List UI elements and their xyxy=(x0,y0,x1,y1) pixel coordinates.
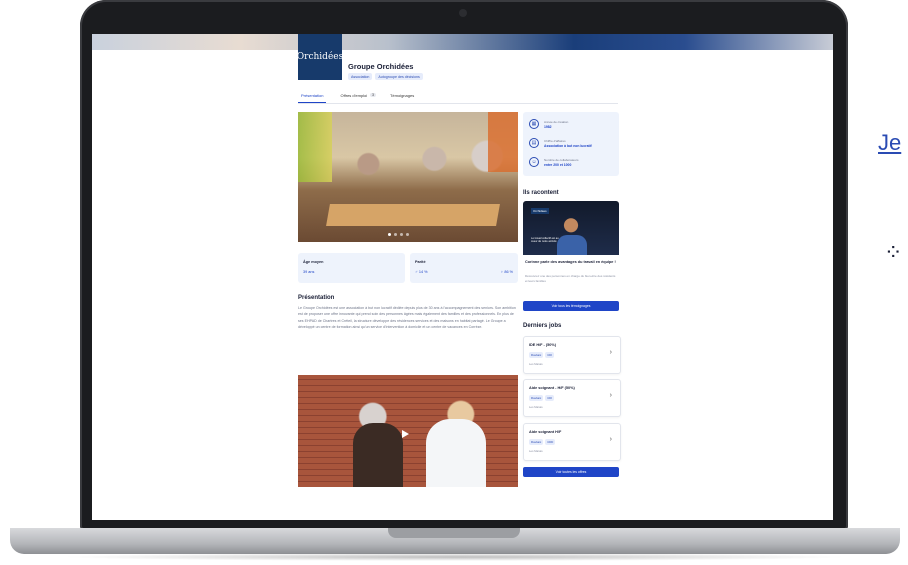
job-chips: Roubaix CDI xyxy=(529,352,555,358)
parity-card: Parité ♂ 14 % ♀ 86 % xyxy=(410,253,518,283)
job-title: IDE H/F - (50%) xyxy=(529,343,557,347)
carousel-dot[interactable] xyxy=(388,233,391,236)
job-site: Les Marais xyxy=(529,362,543,366)
carousel-dot[interactable] xyxy=(406,233,409,236)
tab-testimonials[interactable]: Témoignages xyxy=(390,91,414,103)
info-row: ☺ Nombre de collaborateurs entre 200 et 1… xyxy=(529,157,579,167)
job-contract-chip: CDI xyxy=(545,352,555,358)
photo-person xyxy=(353,423,403,487)
tab-count-badge: 3 xyxy=(370,93,376,97)
job-card[interactable]: Aide soignant - H/F (50%) Roubaix CDI Le… xyxy=(523,379,621,417)
cover-banner xyxy=(92,34,833,50)
job-contract-chip: CDI xyxy=(545,395,555,401)
all-testimonials-button[interactable]: Voir tous les témoignages xyxy=(523,301,619,311)
laptop-screen: Orchidées Groupe Orchidées Association A… xyxy=(92,34,833,520)
chip-type: Association xyxy=(348,73,373,80)
video-caption: Le travail collectif est au coeur de not… xyxy=(531,237,559,244)
company-chips: Association Autogroupe des décisions xyxy=(348,73,423,80)
jobs-heading: Derniers jobs xyxy=(523,323,562,329)
all-jobs-button[interactable]: Voir toutes les offres xyxy=(523,467,619,477)
info-value: 1982 xyxy=(544,124,552,129)
job-location-chip: Roubaix xyxy=(529,395,544,401)
tab-bar: Présentation Offres d'emploi 3 Témoignage… xyxy=(298,91,618,104)
job-card[interactable]: IDE H/F - (50%) Roubaix CDI Les Marais › xyxy=(523,336,621,374)
job-location-chip: Roubaix xyxy=(529,439,544,445)
photo-person xyxy=(426,419,486,487)
video-brand-tag: Orchidées xyxy=(531,208,549,214)
chevron-right-icon: › xyxy=(609,436,612,443)
presentation-heading: Présentation xyxy=(298,295,335,301)
parity-men: ♂ 14 % xyxy=(415,270,428,274)
job-chips: Roubaix CDD xyxy=(529,439,556,445)
average-age-card: Âge moyen 39 ans xyxy=(298,253,405,283)
presentation-video[interactable] xyxy=(298,375,518,487)
info-label: Chiffre d'affaires xyxy=(544,138,566,143)
info-value: Association à but non lucratif xyxy=(544,143,592,148)
photo-bg xyxy=(488,112,518,172)
carousel-dots xyxy=(388,233,409,236)
job-title: Aide soignant H/F xyxy=(529,430,562,434)
carousel-dot[interactable] xyxy=(394,233,397,236)
camera-icon xyxy=(459,9,467,17)
laptop-notch xyxy=(388,528,520,538)
job-card[interactable]: Aide soignant H/F Roubaix CDD Les Marais… xyxy=(523,423,621,461)
stat-label: Parité xyxy=(415,260,426,264)
calendar-icon: ▦ xyxy=(529,119,539,129)
play-icon[interactable] xyxy=(402,430,409,438)
tab-job-offers[interactable]: Offres d'emploi 3 xyxy=(340,91,376,103)
parity-women: ♀ 86 % xyxy=(500,270,513,274)
job-title: Aide soignant - H/F (50%) xyxy=(529,386,575,390)
video-person xyxy=(557,235,587,255)
info-value: entre 200 et 1000 xyxy=(544,162,572,167)
job-location-chip: Roubaix xyxy=(529,352,544,358)
company-logo: Orchidées xyxy=(297,34,343,80)
carousel-dot[interactable] xyxy=(400,233,403,236)
job-chips: Roubaix CDI xyxy=(529,395,555,401)
testimonial-video[interactable]: Orchidées Le travail collectif est au co… xyxy=(523,201,619,255)
job-site: Les Marais xyxy=(529,449,543,453)
info-label: Année de création xyxy=(544,119,569,124)
presentation-text: Le Groupe Orchidées est une association … xyxy=(298,306,516,329)
spinner-icon: ⁘ xyxy=(884,240,903,265)
company-info-box: ▦ Année de création 1982 ▤ Chiffre d'affa… xyxy=(523,112,619,176)
photo-bg xyxy=(298,112,332,182)
stat-value: 39 ans xyxy=(303,270,315,274)
stat-label: Âge moyen xyxy=(303,260,324,264)
page-link-fragment[interactable]: Je xyxy=(878,130,901,156)
company-name: Groupe Orchidées xyxy=(348,62,414,71)
testimonial-title: Corinne parle des avantages du travail e… xyxy=(525,260,616,264)
chevron-right-icon: › xyxy=(609,392,612,399)
info-label: Nombre de collaborateurs xyxy=(544,157,579,162)
team-photo-carousel[interactable] xyxy=(298,112,518,242)
info-row: ▤ Chiffre d'affaires Association à but no… xyxy=(529,138,592,148)
tab-presentation[interactable]: Présentation xyxy=(298,91,327,103)
testimonial-desc: Découvrez une des personnes en charge du… xyxy=(525,274,616,283)
laptop-shadow xyxy=(60,553,850,561)
stories-heading: Ils racontent xyxy=(523,190,559,196)
info-row: ▦ Année de création 1982 xyxy=(529,119,568,129)
job-site: Les Marais xyxy=(529,405,543,409)
job-contract-chip: CDD xyxy=(545,439,556,445)
building-icon: ▤ xyxy=(529,138,539,148)
chip-governance: Autogroupe des décisions xyxy=(375,73,423,80)
people-icon: ☺ xyxy=(529,157,539,167)
photo-table xyxy=(326,204,500,226)
chevron-right-icon: › xyxy=(609,349,612,356)
